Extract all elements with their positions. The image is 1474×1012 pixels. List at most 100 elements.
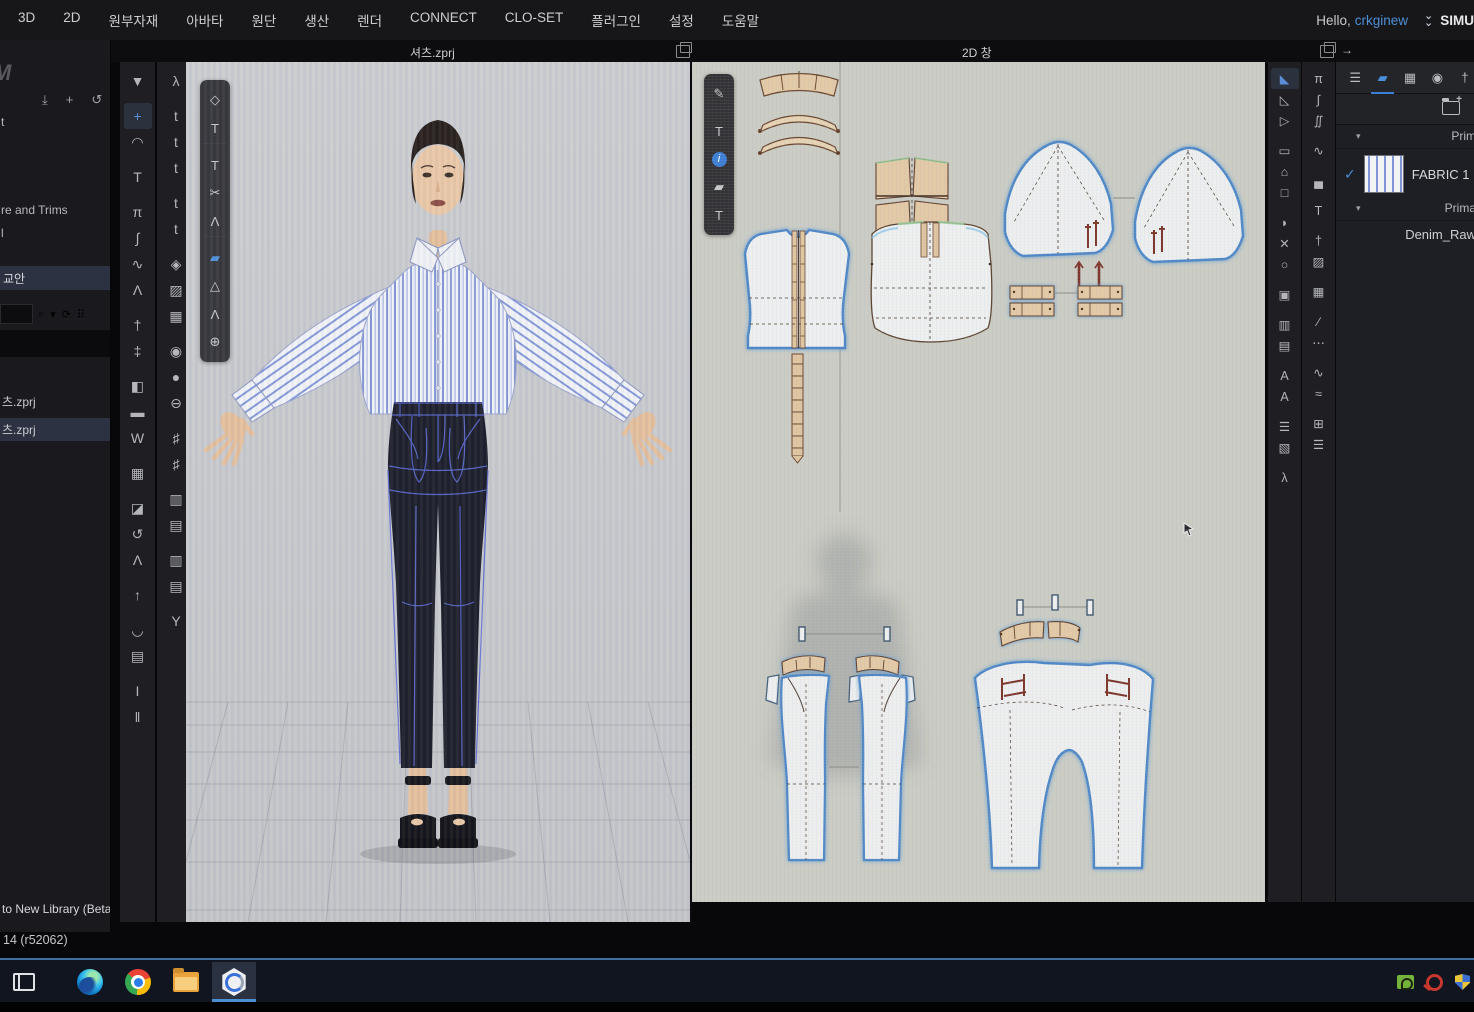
select-garment[interactable]: T [124, 164, 152, 190]
pattern-back-bodice[interactable] [871, 222, 992, 342]
detach-2d-window-icon[interactable] [1320, 45, 1334, 58]
file-item-shirt-zprj-selected[interactable]: 츠.zprj [0, 418, 110, 441]
show-garment[interactable]: T [203, 154, 227, 176]
menu-item-생산[interactable]: 생산 [290, 10, 343, 30]
pattern-avatar[interactable]: λ [1271, 467, 1299, 488]
pattern-collar-pieces[interactable] [759, 116, 840, 155]
garment-measure-2[interactable]: ‖ [124, 704, 152, 730]
library-item-hardware-trims[interactable]: re and Trims [1, 203, 68, 217]
menu-item-설정[interactable]: 설정 [655, 10, 708, 30]
task-view-button[interactable] [2, 962, 46, 1002]
nvidia-tray-icon[interactable] [1397, 975, 1414, 989]
new-library-link[interactable]: to New Library (Beta) [2, 902, 111, 916]
pattern-sleeve-right[interactable] [1135, 148, 1243, 262]
fabric-strain-view[interactable]: ▰ [203, 247, 227, 269]
menu-item-2d[interactable]: 2D [49, 10, 94, 30]
download-icon[interactable]: ⤓ [42, 92, 48, 108]
filter-input[interactable] [0, 330, 110, 357]
search-tray-icon[interactable] [1426, 974, 1443, 991]
menu-item-플러그인[interactable]: 플러그인 [577, 10, 655, 30]
fold-pattern[interactable]: ▧ [1271, 437, 1299, 458]
view-texture-surface[interactable]: T [203, 117, 227, 139]
pattern-back-waistbands[interactable] [1000, 622, 1081, 646]
material-row-denim-raw[interactable]: Denim_Raw [1336, 220, 1474, 248]
username-link[interactable]: crkginew [1355, 13, 1408, 28]
library-item-fragment-1[interactable]: t [1, 115, 4, 129]
fold-arrangement[interactable]: ◧ [124, 373, 152, 399]
add-icon[interactable]: + [66, 92, 74, 108]
pattern-front-leg-right[interactable] [859, 675, 907, 860]
segment-sewing[interactable]: π [124, 199, 152, 225]
refold[interactable]: ↺ [124, 521, 152, 547]
add-dart[interactable]: ◗ [1271, 212, 1299, 233]
add-polygon[interactable]: ⌂ [1271, 161, 1299, 182]
simulate[interactable]: ▼ [124, 68, 152, 94]
fabric-swatch[interactable] [1364, 155, 1404, 193]
measure-curve[interactable]: ◡ [124, 617, 152, 643]
dropdown-icon[interactable]: ▾ [50, 308, 56, 321]
pins-tab[interactable]: † [1456, 67, 1474, 89]
trims-tab[interactable]: ▦ [1401, 67, 1419, 89]
pattern-collar-band[interactable] [760, 71, 838, 96]
select-move[interactable]: + [124, 103, 152, 129]
search-input[interactable] [0, 304, 33, 324]
refresh-icon[interactable]: ⟳ [62, 308, 71, 321]
pattern-sleeve-plackets[interactable] [1075, 262, 1103, 286]
add-notch[interactable]: ✕ [1271, 233, 1299, 254]
file-item-shirt-zprj[interactable]: 츠.zprj [0, 390, 110, 413]
pattern-front-leg-left[interactable] [781, 675, 829, 860]
show-environment-map[interactable]: ⊕ [203, 331, 227, 353]
simulate-button[interactable]: ⌄⌄ SIMU [1424, 0, 1474, 40]
add-fabric-folder-icon[interactable] [1442, 101, 1460, 115]
defender-tray-icon[interactable] [1455, 974, 1470, 990]
baseline[interactable]: ∕ [1305, 311, 1333, 332]
viewport-2d[interactable]: ✎Ti▰T [692, 62, 1265, 902]
menu-item-원부자재[interactable]: 원부자재 [95, 10, 173, 30]
avatar-skin-view[interactable]: Λ [203, 303, 227, 325]
detach-3d-window-icon[interactable] [676, 45, 690, 58]
free-sewing-2d[interactable]: ∫ [1305, 89, 1333, 110]
chrome-browser-button[interactable] [116, 962, 160, 1002]
add-shape[interactable]: ○ [1271, 254, 1299, 275]
tape-measure[interactable]: ▤ [124, 643, 152, 669]
edit-curvature[interactable]: ▷ [1271, 110, 1299, 131]
mn-sewing[interactable]: ∬ [1305, 110, 1333, 131]
menu-item-원단[interactable]: 원단 [237, 10, 290, 30]
avatar-arrange[interactable]: Λ [124, 547, 152, 573]
show-garment-2d[interactable]: T [707, 120, 731, 142]
fabric-section-header[interactable]: ▾ Prim [1336, 124, 1474, 149]
pattern-front-bodice[interactable] [745, 230, 849, 348]
menu-item-렌더[interactable]: 렌더 [343, 10, 396, 30]
iron-press[interactable]: ▄ [1305, 170, 1333, 191]
library-item-fragment-3[interactable]: l [1, 226, 4, 240]
edit-sewing-2d[interactable]: ∿ [1305, 140, 1333, 161]
shirring[interactable]: ≈ [1305, 383, 1333, 404]
library-item-selected[interactable]: 교안 [0, 266, 110, 290]
file-explorer-button[interactable] [164, 962, 208, 1002]
search-icon[interactable]: ⌕ [38, 308, 44, 321]
trace-pattern[interactable]: □ [1271, 182, 1299, 203]
dashed-line[interactable]: ⋯ [1305, 332, 1333, 353]
garment-measure[interactable]: I [124, 678, 152, 704]
transform-pattern[interactable]: ◣ [1271, 68, 1299, 89]
show-fabric-2d[interactable]: ▰ [707, 176, 731, 198]
pattern-info[interactable]: i [707, 148, 731, 170]
fold-3d[interactable]: ◪ [124, 495, 152, 521]
menu-item-3d[interactable]: 3D [0, 10, 49, 30]
texture-2d[interactable]: ▨ [1305, 251, 1333, 272]
material-section-header[interactable]: ▾ Prima [1336, 196, 1474, 221]
add-rectangle[interactable]: ▭ [1271, 140, 1299, 161]
pattern-placket-strip[interactable] [792, 354, 803, 463]
press[interactable]: ▬ [124, 399, 152, 425]
pleats[interactable]: ☰ [1271, 416, 1299, 437]
scene-list-tab[interactable]: ☰ [1346, 67, 1364, 89]
fabric-fit-view[interactable]: △ [203, 275, 227, 297]
pattern-back-belt-loops[interactable] [1017, 595, 1093, 615]
fabric-tab[interactable]: ▰ [1373, 67, 1391, 89]
view-render-mode[interactable]: ◇ [203, 89, 227, 111]
pattern-back-panel[interactable] [975, 662, 1153, 868]
edge-browser-button[interactable] [68, 962, 112, 1002]
avatar[interactable] [206, 120, 670, 848]
select-lasso[interactable]: ◠ [124, 129, 152, 155]
edit-text[interactable]: A [1271, 386, 1299, 407]
